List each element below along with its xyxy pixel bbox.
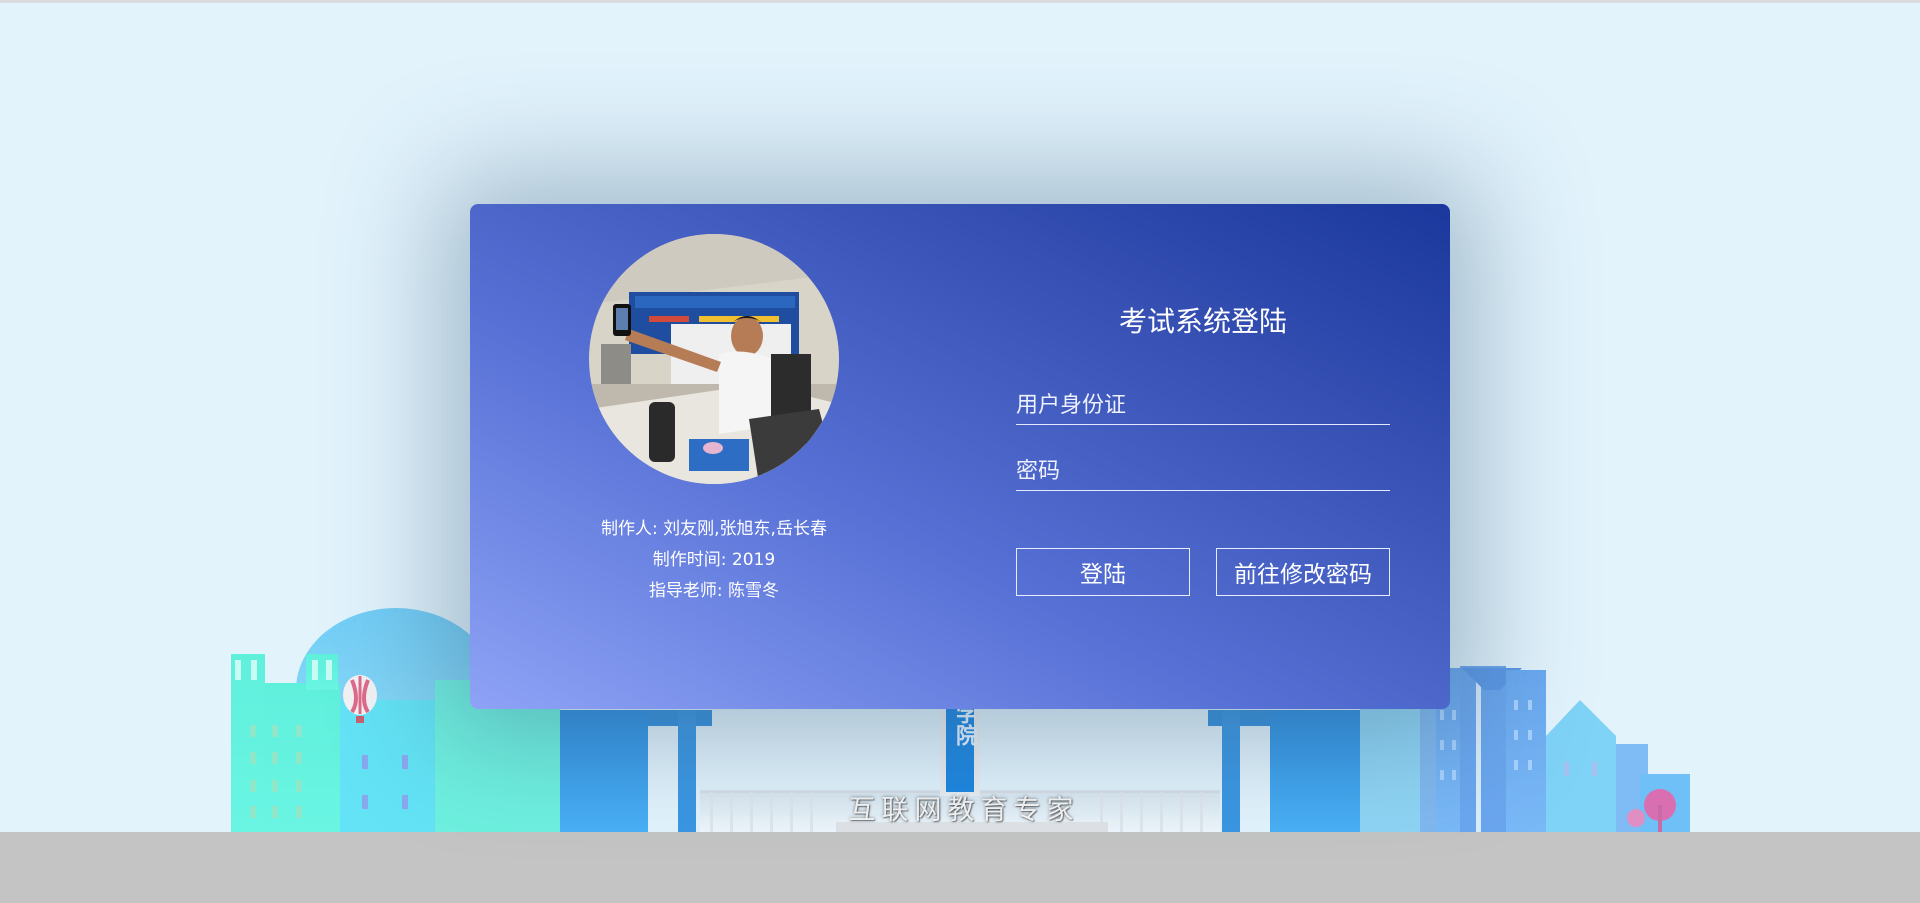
credits-block: 制作人: 刘友刚,张旭东,岳长春 制作时间: 2019 指导老师: 陈雪冬 [570, 514, 858, 607]
date-text: 制作时间: 2019 [652, 550, 776, 570]
profile-photo [589, 234, 839, 484]
password-input[interactable] [1016, 452, 1390, 491]
ground-strip [0, 832, 1920, 903]
slogan-text: 互联网教育专家 [848, 795, 1080, 826]
login-title: 考试系统登陆 [1118, 305, 1287, 338]
id-card-input[interactable] [1016, 386, 1390, 425]
login-button[interactable]: 登陆 [1016, 548, 1190, 596]
login-card: 制作人: 刘友刚,张旭东,岳长春 制作时间: 2019 指导老师: 陈雪冬 考试… [470, 204, 1450, 709]
makers-text: 制作人: 刘友刚,张旭东,岳长春 [601, 519, 827, 539]
advisor-text: 指导老师: 陈雪冬 [648, 581, 780, 601]
change-password-button[interactable]: 前往修改密码 [1216, 548, 1390, 596]
